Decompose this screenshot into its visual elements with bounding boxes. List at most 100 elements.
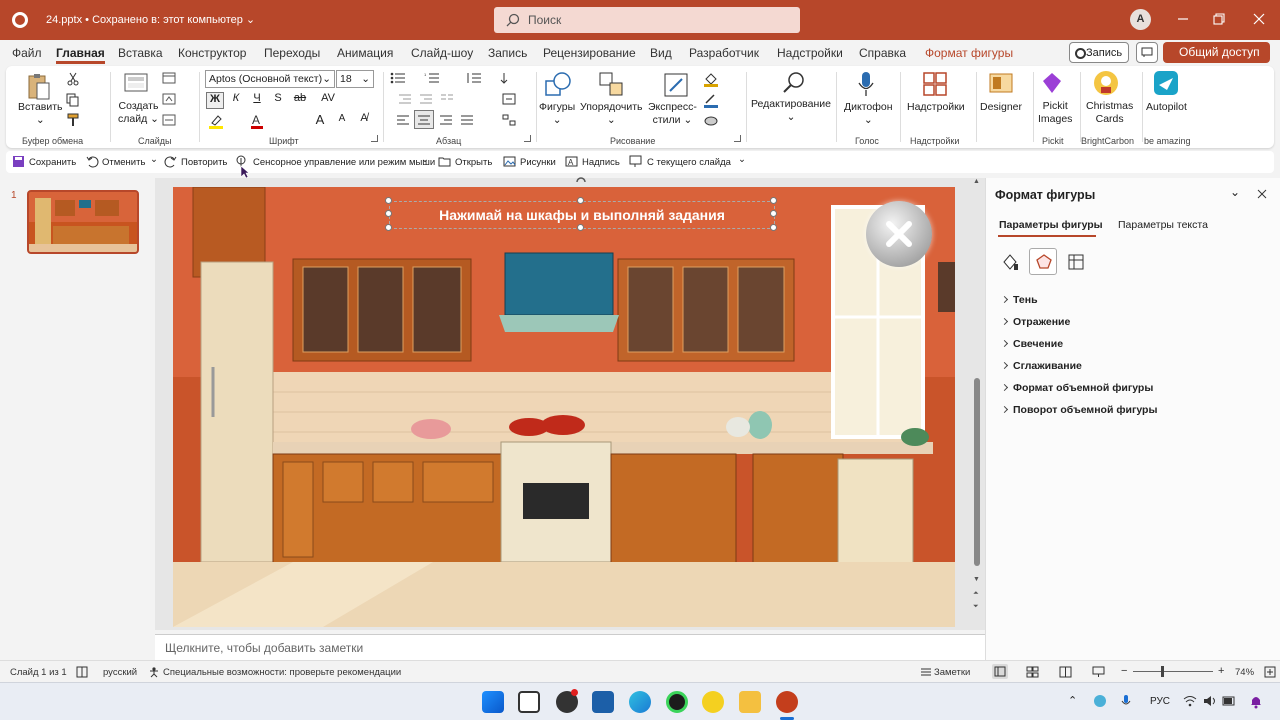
qat-touch-mouse-mode[interactable]: Сенсорное управление или режим мыши [253, 157, 435, 168]
tab-insert[interactable]: Вставка [118, 46, 163, 60]
shape-fill-icon[interactable] [703, 71, 719, 87]
numbering-icon[interactable]: 1 [424, 72, 440, 84]
slide-thumbnail[interactable] [27, 190, 139, 254]
close-icon[interactable] [1257, 189, 1267, 199]
shape-outline-icon[interactable] [703, 92, 719, 108]
normal-view-button[interactable] [992, 664, 1008, 679]
language-indicator[interactable]: русский [103, 667, 137, 678]
highlight-color-icon[interactable] [208, 113, 224, 129]
chevron-down-icon[interactable]: ⌄ [1230, 185, 1240, 199]
paste-button[interactable]: Вставить ⌄ [18, 101, 63, 127]
notes-toggle-button[interactable]: Заметки [934, 667, 970, 678]
user-avatar[interactable]: A [1130, 9, 1151, 30]
pictures-icon[interactable] [503, 155, 516, 168]
zoom-out-button[interactable]: − [1121, 665, 1127, 677]
designer-icon[interactable] [988, 71, 1014, 97]
app-icon-green[interactable] [666, 691, 688, 713]
pickit-button[interactable]: Pickit Images [1038, 100, 1072, 126]
drawing-dialog-launcher-icon[interactable] [734, 135, 741, 142]
windows-start-icon[interactable] [482, 691, 504, 713]
shapes-icon[interactable] [544, 71, 572, 99]
qat-redo[interactable]: Повторить [181, 157, 227, 168]
selection-handle[interactable] [770, 197, 777, 204]
selection-handle[interactable] [385, 224, 392, 231]
tab-animations[interactable]: Анимация [337, 46, 393, 60]
vertical-scrollbar[interactable]: ▲ ▼ ⏶ ⏷ [972, 178, 982, 618]
section-reflection[interactable]: Отражение [1001, 316, 1070, 328]
store-icon[interactable] [592, 691, 614, 713]
zoom-slider-thumb[interactable] [1161, 666, 1165, 677]
chevron-down-icon[interactable]: ⌄ [421, 154, 429, 165]
arrange-icon[interactable] [598, 71, 626, 99]
record-button[interactable]: Запись [1069, 42, 1129, 63]
layout-icon[interactable] [162, 72, 176, 84]
size-properties-icon[interactable] [1066, 252, 1086, 272]
customize-qat-icon[interactable]: ⌄ [738, 154, 746, 165]
effects-tab-button[interactable] [1029, 248, 1057, 275]
file-explorer-icon[interactable] [739, 691, 761, 713]
tab-slideshow[interactable]: Слайд-шоу [411, 46, 473, 60]
shape-effects-icon[interactable] [703, 113, 719, 129]
chevron-down-icon[interactable]: ⌄ [150, 154, 158, 165]
zoom-slider[interactable] [1133, 666, 1213, 677]
align-left-icon[interactable] [396, 114, 410, 126]
edge-icon[interactable] [629, 691, 651, 713]
new-slide-button[interactable]: Создать слайд ⌄ [118, 100, 159, 126]
christmas-cards-button[interactable]: Christmas Cards [1086, 100, 1133, 126]
font-dialog-launcher-icon[interactable] [371, 135, 378, 142]
section-3d-format[interactable]: Формат объемной фигуры [1001, 382, 1153, 394]
justify-icon[interactable] [460, 114, 474, 126]
christmas-cards-icon[interactable] [1093, 70, 1119, 96]
tab-view[interactable]: Вид [650, 46, 672, 60]
columns-icon[interactable] [440, 93, 454, 105]
qat-open[interactable]: Открыть [455, 157, 492, 168]
accessibility-status[interactable]: Специальные возможности: проверьте реком… [163, 667, 401, 678]
zoom-in-button[interactable]: + [1218, 665, 1224, 677]
chevron-up-icon[interactable]: ⌃ [1068, 694, 1077, 707]
undo-icon[interactable] [86, 155, 99, 168]
section-icon[interactable] [162, 114, 176, 126]
section-shadow[interactable]: Тень [1001, 294, 1038, 306]
format-painter-icon[interactable] [66, 113, 80, 127]
font-family-select[interactable]: Aptos (Основной текст) ⌄ [205, 70, 335, 88]
fill-line-icon[interactable] [1000, 252, 1020, 272]
slide-close-button[interactable] [866, 201, 932, 267]
bullets-icon[interactable] [390, 72, 406, 84]
align-right-icon[interactable] [439, 114, 453, 126]
text-box-icon[interactable]: A [565, 155, 578, 168]
section-glow[interactable]: Свечение [1001, 338, 1063, 350]
restore-icon[interactable] [1212, 12, 1226, 26]
previous-slide-icon[interactable]: ⏶ [973, 590, 979, 598]
align-text-icon[interactable] [502, 93, 516, 105]
align-center-button[interactable] [414, 110, 434, 129]
selection-handle[interactable] [385, 197, 392, 204]
close-icon[interactable] [1252, 12, 1266, 26]
shadow-button[interactable]: S [270, 92, 286, 104]
shrink-font-button[interactable]: A [334, 113, 350, 124]
underline-button[interactable]: Ч [249, 92, 265, 104]
document-title[interactable]: 24.pptx • Сохранено в: этот компьютер ⌄ [46, 13, 255, 26]
text-direction-icon[interactable] [500, 72, 516, 84]
minimize-icon[interactable] [1176, 12, 1190, 26]
notifications-bell-icon[interactable] [1249, 694, 1263, 709]
dictate-button[interactable]: Диктофон ⌄ [844, 101, 893, 127]
notes-pane[interactable]: Щелкните, чтобы добавить заметки [155, 634, 985, 660]
quick-styles-icon[interactable] [662, 71, 690, 99]
qat-text-box[interactable]: Надпись [582, 157, 620, 168]
selection-handle[interactable] [577, 197, 584, 204]
font-color-icon[interactable]: A [250, 113, 264, 129]
tab-review[interactable]: Рецензирование [543, 46, 636, 60]
autopilot-icon[interactable] [1153, 70, 1179, 96]
clear-format-icon[interactable]: A̸ [356, 112, 372, 124]
scroll-down-icon[interactable]: ▼ [973, 576, 980, 583]
shapes-button[interactable]: Фигуры ⌄ [539, 101, 575, 127]
section-3d-rotation[interactable]: Поворот объемной фигуры [1001, 404, 1157, 416]
autopilot-button[interactable]: Autopilot [1146, 101, 1187, 114]
italic-button[interactable]: К [228, 92, 244, 104]
tab-design[interactable]: Конструктор [178, 46, 246, 60]
fit-to-window-icon[interactable] [1264, 666, 1276, 678]
paragraph-dialog-launcher-icon[interactable] [524, 135, 531, 142]
powerpoint-taskbar-icon[interactable] [776, 691, 798, 713]
editing-button[interactable]: Редактирование ⌄ [751, 98, 831, 124]
microphone-icon[interactable] [856, 70, 876, 98]
